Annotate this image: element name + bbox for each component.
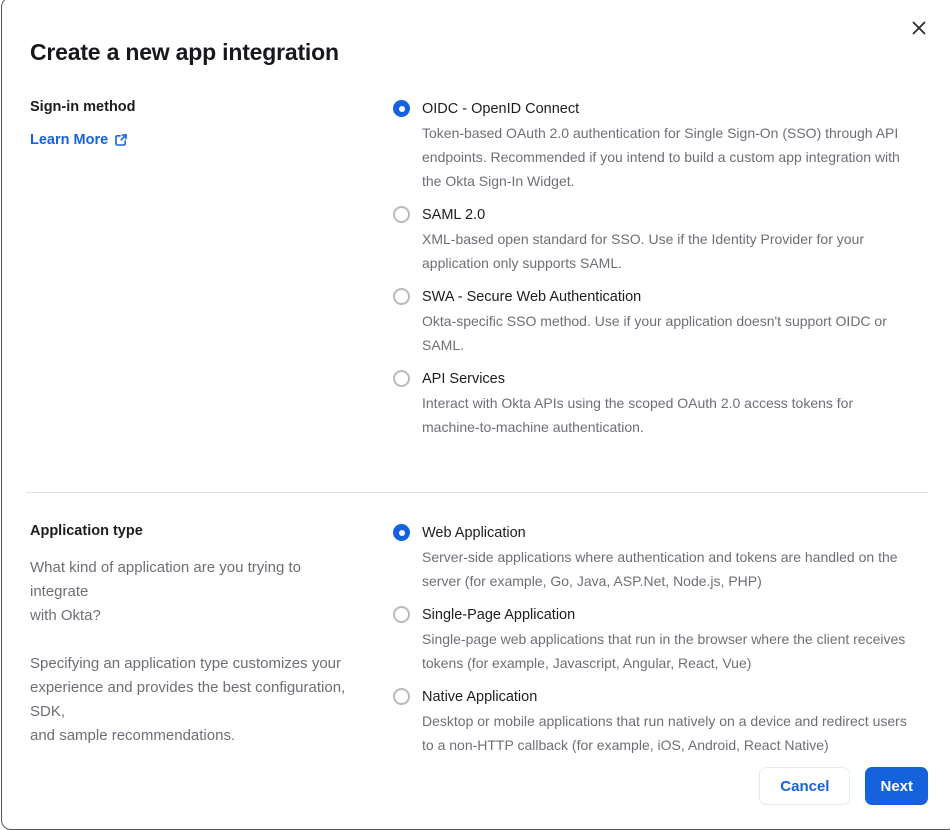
application-type-label: Application type [30,523,143,539]
radio-option-oidc[interactable]: OIDC - OpenID Connect Token-based OAuth … [393,97,928,193]
option-label: Web Application [422,525,526,541]
radio-option-swa[interactable]: SWA - Secure Web Authentication Okta-spe… [393,285,928,357]
signin-method-label: Sign-in method [30,99,136,115]
cancel-button[interactable]: Cancel [759,767,851,805]
radio-option-saml[interactable]: SAML 2.0 XML-based open standard for SSO… [393,203,928,275]
external-link-icon [114,133,128,147]
radio-selected-icon[interactable] [393,100,410,117]
radio-unselected-icon[interactable] [393,288,410,305]
option-label: OIDC - OpenID Connect [422,101,580,117]
signin-method-section: Sign-in method Learn More OIDC - OpenID … [2,97,950,449]
radio-option-web-application[interactable]: Web Application Server-side applications… [393,521,928,593]
option-description: Desktop or mobile applications that run … [422,713,907,753]
section-divider [26,492,928,493]
radio-unselected-icon[interactable] [393,206,410,223]
option-label: SWA - Secure Web Authentication [422,289,642,305]
option-description: Single-page web applications that run in… [422,631,906,671]
radio-unselected-icon[interactable] [393,688,410,705]
page-title: Create a new app integration [30,39,339,65]
application-type-section: Application type What kind of applicatio… [2,521,950,767]
radio-option-api-services[interactable]: API Services Interact with Okta APIs usi… [393,367,928,439]
close-icon[interactable] [910,19,928,37]
modal-footer: Cancel Next [759,767,928,805]
option-label: API Services [422,371,505,387]
option-label: SAML 2.0 [422,207,486,223]
learn-more-link[interactable]: Learn More [30,132,128,148]
radio-option-single-page-application[interactable]: Single-Page Application Single-page web … [393,603,928,675]
option-description: Token-based OAuth 2.0 authentication for… [422,125,900,189]
learn-more-label: Learn More [30,132,109,148]
option-description: Server-side applications where authentic… [422,549,898,589]
radio-unselected-icon[interactable] [393,370,410,387]
application-type-hint: Specifying an application type customize… [30,655,346,744]
radio-option-native-application[interactable]: Native Application Desktop or mobile app… [393,685,928,757]
option-label: Single-Page Application [422,607,576,623]
option-description: XML-based open standard for SSO. Use if … [422,231,864,271]
radio-unselected-icon[interactable] [393,606,410,623]
radio-selected-icon[interactable] [393,524,410,541]
application-type-question: What kind of application are you trying … [30,559,301,624]
option-description: Okta-specific SSO method. Use if your ap… [422,313,887,353]
next-button[interactable]: Next [865,767,928,805]
option-label: Native Application [422,689,538,705]
create-app-integration-modal: Create a new app integration Sign-in met… [1,0,950,830]
option-description: Interact with Okta APIs using the scoped… [422,395,854,435]
